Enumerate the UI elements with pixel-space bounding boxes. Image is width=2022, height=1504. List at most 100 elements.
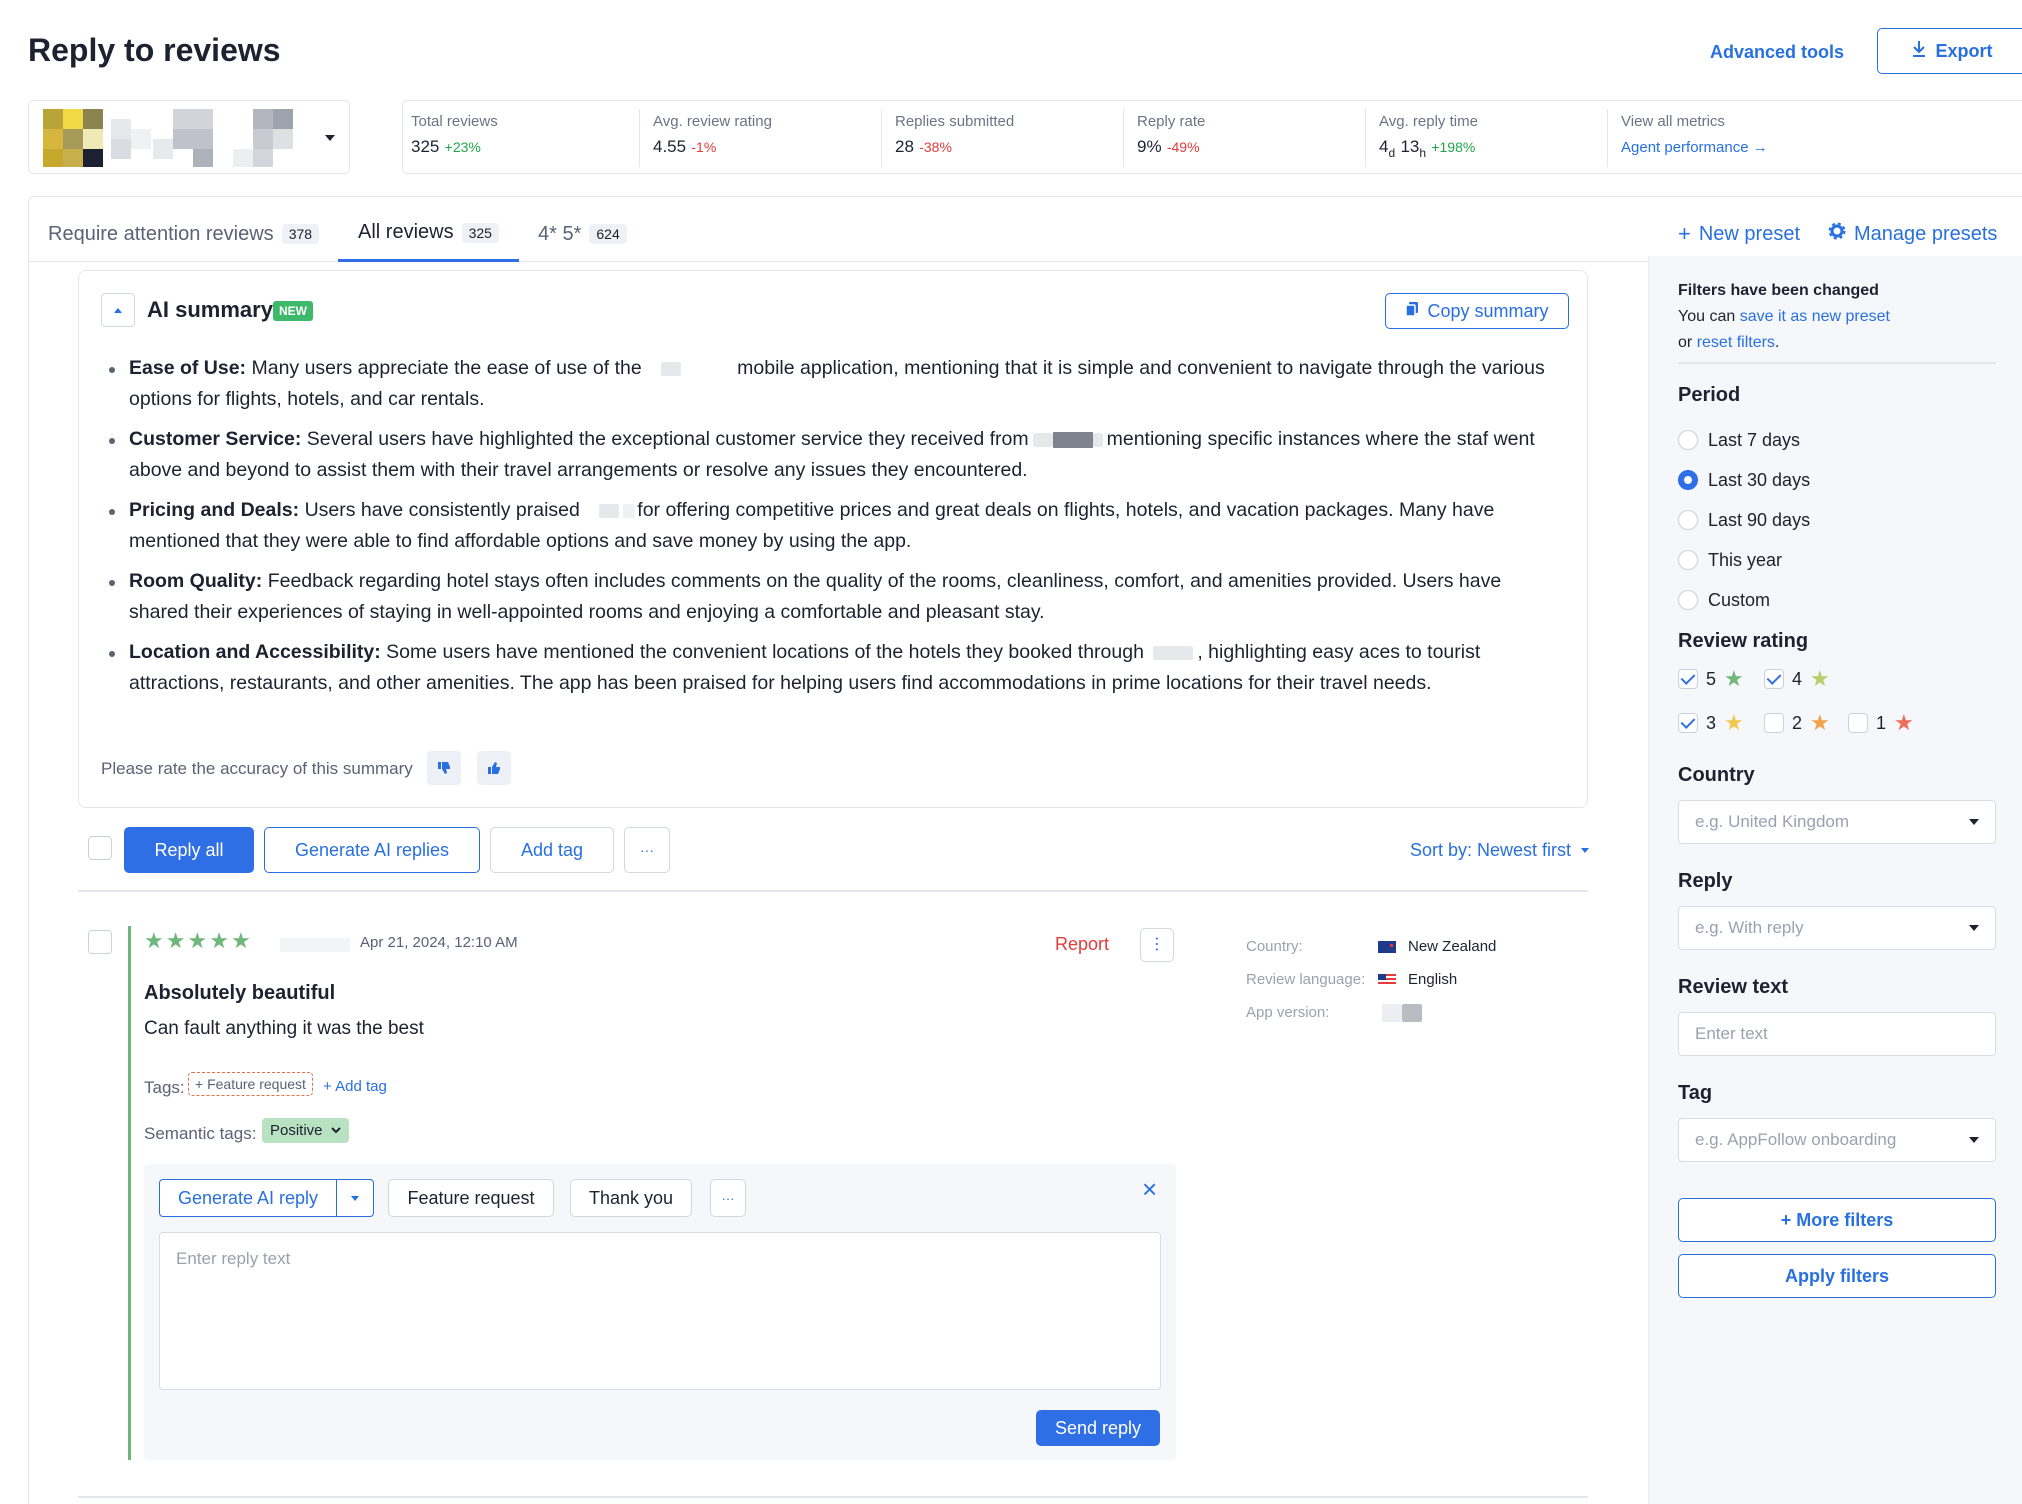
template-more-button[interactable]: ···: [710, 1179, 746, 1217]
star-icon: ★: [1724, 666, 1744, 691]
chevron-down-icon: [325, 135, 335, 141]
copy-icon: [1405, 301, 1419, 322]
copy-summary-button[interactable]: Copy summary: [1385, 293, 1569, 329]
gear-icon: [1828, 222, 1846, 246]
template-feature-request[interactable]: Feature request: [388, 1179, 554, 1217]
tab-require-attention[interactable]: Require attention reviews 378: [48, 206, 320, 262]
period-option-custom[interactable]: Custom: [1678, 580, 1810, 620]
metrics-bar: Total reviews 325 +23% Avg. review ratin…: [402, 100, 2022, 174]
review-stars: ★ ★ ★ ★ ★: [144, 930, 251, 952]
summary-item-location: Location and Accessibility: Some users h…: [109, 637, 1549, 699]
country-title: Country: [1678, 764, 1755, 786]
metric-avg-rating: Avg. review rating 4.55 -1%: [653, 113, 772, 156]
metric-total-reviews: Total reviews 325 +23%: [411, 113, 498, 156]
summary-item-room: Room Quality: Feedback regarding hotel s…: [109, 566, 1549, 628]
bulk-more-button[interactable]: ···: [624, 827, 670, 873]
period-option-30[interactable]: Last 30 days: [1678, 460, 1810, 500]
chevron-up-icon: [114, 307, 122, 313]
review-body: Can fault anything it was the best: [144, 1018, 424, 1039]
nz-flag-icon: [1378, 941, 1396, 953]
thumbs-up-button[interactable]: [477, 751, 511, 785]
rating-3-checkbox[interactable]: 3 ★: [1678, 712, 1744, 734]
close-icon[interactable]: ×: [1142, 1176, 1157, 1202]
add-tag-link[interactable]: + Add tag: [323, 1078, 387, 1095]
manage-presets-button[interactable]: Manage presets: [1828, 206, 1997, 262]
generate-ai-replies-button[interactable]: Generate AI replies: [264, 827, 480, 873]
star-icon: ★: [144, 928, 164, 953]
star-icon: ★: [165, 928, 186, 953]
star-icon: ★: [209, 928, 229, 953]
summary-item-ease: Ease of Use: Many users appreciate the e…: [109, 353, 1549, 415]
view-all-metrics: View all metrics Agent performance →: [1621, 113, 1768, 156]
period-option-7[interactable]: Last 7 days: [1678, 420, 1810, 460]
rating-filter: 5 ★ 4 ★ 3 ★ 2 ★ 1 ★: [1678, 664, 1998, 754]
collapse-button[interactable]: [101, 293, 135, 327]
reply-textarea[interactable]: Enter reply text: [159, 1232, 1161, 1390]
semantic-tag-positive[interactable]: Positive: [262, 1118, 349, 1143]
filters-changed-notice: Filters have been changed You can save i…: [1678, 282, 1890, 351]
feature-request-tag[interactable]: + Feature request: [188, 1072, 313, 1096]
review-rating-title: Review rating: [1678, 630, 1809, 652]
new-badge: NEW: [273, 301, 313, 321]
thumbs-down-icon: [438, 762, 450, 774]
review-menu-button[interactable]: ⋮: [1140, 928, 1174, 962]
metric-avg-reply-time: Avg. reply time 4d 13h +198%: [1379, 113, 1478, 160]
export-label: Export: [1935, 40, 1993, 61]
thumbs-down-button[interactable]: [427, 751, 461, 785]
rate-prompt: Please rate the accuracy of this summary: [101, 759, 413, 778]
report-link[interactable]: Report: [1055, 934, 1109, 955]
tab-all-reviews[interactable]: All reviews 325: [338, 206, 519, 262]
agent-performance-link[interactable]: Agent performance →: [1621, 139, 1768, 156]
more-filters-button[interactable]: + More filters: [1678, 1198, 1996, 1242]
reply-composer: Generate AI reply Feature request Thank …: [144, 1164, 1176, 1460]
review-date: Apr 21, 2024, 12:10 AM: [360, 934, 518, 951]
sort-dropdown[interactable]: Sort by: Newest first: [1410, 840, 1590, 861]
chevron-down-icon: [330, 1127, 341, 1134]
rating-4-checkbox[interactable]: 4 ★: [1764, 668, 1830, 690]
review-text-input[interactable]: Enter text: [1678, 1012, 1996, 1056]
star-icon: ★: [1810, 666, 1830, 691]
add-tag-button[interactable]: Add tag: [490, 827, 614, 873]
period-option-90[interactable]: Last 90 days: [1678, 500, 1810, 540]
plus-icon: +: [1678, 221, 1691, 246]
country-select[interactable]: e.g. United Kingdom: [1678, 800, 1996, 844]
apply-filters-button[interactable]: Apply filters: [1678, 1254, 1996, 1298]
ai-summary-card: AI summary NEW Copy summary Ease of Use:…: [78, 270, 1588, 808]
period-title: Period: [1678, 384, 1741, 406]
reset-filters-link[interactable]: reset filters: [1697, 334, 1775, 351]
chevron-down-icon[interactable]: [337, 1180, 373, 1216]
rating-5-checkbox[interactable]: 5 ★: [1678, 668, 1744, 690]
metric-replies-submitted: Replies submitted 28 -38%: [895, 113, 1015, 156]
tabs-bar: Require attention reviews 378 All review…: [28, 206, 2022, 262]
template-thank-you[interactable]: Thank you: [570, 1179, 692, 1217]
reply-all-button[interactable]: Reply all: [124, 827, 254, 873]
tab-4-5-stars[interactable]: 4* 5* 624: [538, 206, 627, 262]
chevron-down-icon: [1969, 819, 1979, 825]
save-preset-link[interactable]: save it as new preset: [1740, 308, 1890, 325]
app-selector[interactable]: [28, 100, 350, 174]
semantic-tags-label: Semantic tags:: [144, 1124, 257, 1143]
send-reply-button[interactable]: Send reply: [1036, 1410, 1160, 1446]
chevron-down-icon: [1969, 925, 1979, 931]
select-all-checkbox[interactable]: [88, 836, 112, 860]
star-icon: ★: [1894, 710, 1914, 735]
rating-2-checkbox[interactable]: 2 ★: [1764, 712, 1830, 734]
tag-select[interactable]: e.g. AppFollow onboarding: [1678, 1118, 1996, 1162]
new-preset-button[interactable]: + New preset: [1678, 206, 1800, 262]
app-logo: [43, 109, 313, 167]
star-icon: ★: [230, 928, 251, 953]
period-options: Last 7 days Last 30 days Last 90 days Th…: [1678, 420, 1810, 620]
rating-1-checkbox[interactable]: 1 ★: [1848, 712, 1914, 734]
reply-select[interactable]: e.g. With reply: [1678, 906, 1996, 950]
tags-label: Tags:: [144, 1078, 185, 1097]
summary-item-pricing: Pricing and Deals: Users have consistent…: [109, 495, 1549, 557]
download-icon: [1911, 40, 1927, 63]
export-button[interactable]: Export: [1877, 28, 2022, 74]
generate-ai-reply-button[interactable]: Generate AI reply: [159, 1179, 374, 1217]
review-title: Absolutely beautiful: [144, 982, 336, 1004]
advanced-tools-link[interactable]: Advanced tools: [1710, 42, 1844, 63]
period-option-year[interactable]: This year: [1678, 540, 1810, 580]
review-text-title: Review text: [1678, 976, 1789, 998]
star-icon: ★: [1810, 710, 1830, 735]
review-checkbox[interactable]: [88, 930, 112, 954]
